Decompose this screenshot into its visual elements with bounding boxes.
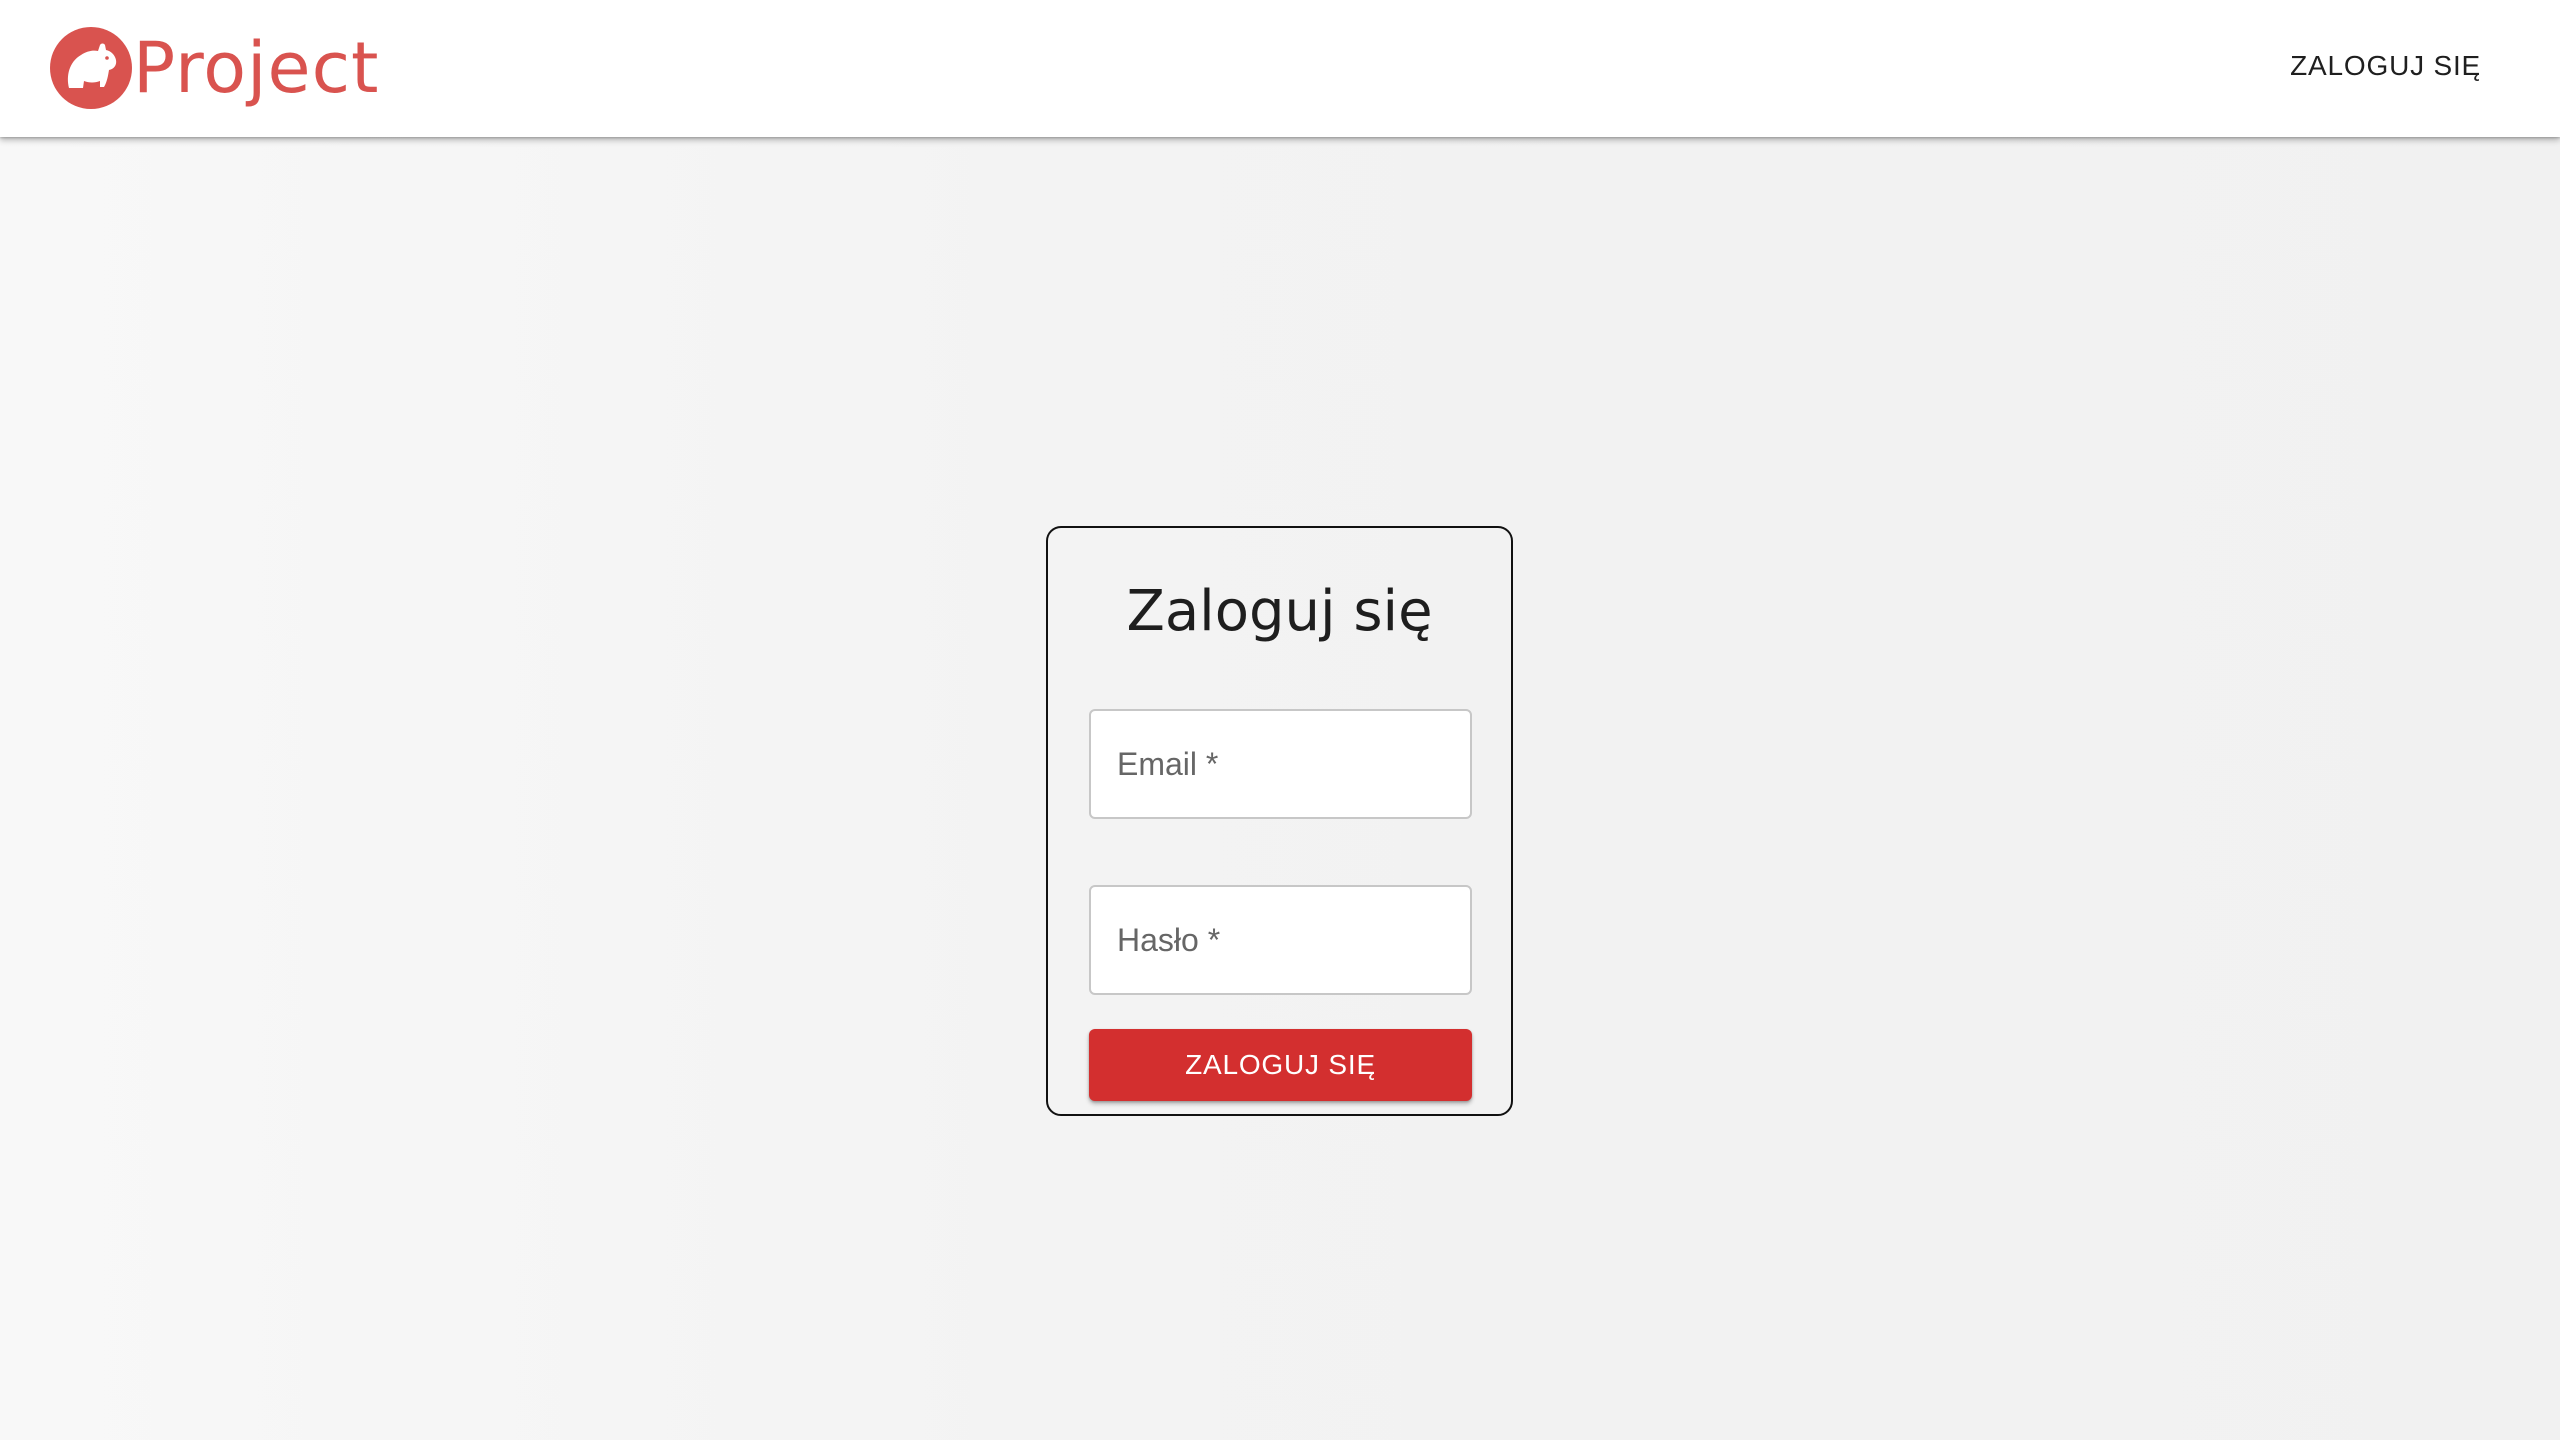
login-card: Zaloguj się ZALOGUJ SIĘ xyxy=(1046,526,1513,1116)
capybara-logo-icon xyxy=(50,27,132,109)
login-submit-button[interactable]: ZALOGUJ SIĘ xyxy=(1089,1029,1472,1101)
login-title: Zaloguj się xyxy=(1126,579,1433,644)
logo-link[interactable]: Project xyxy=(49,23,380,113)
logo-text: Project xyxy=(133,27,380,109)
app-bar: Project ZALOGUJ SIĘ xyxy=(0,0,2560,137)
email-input[interactable] xyxy=(1091,711,1470,817)
password-input[interactable] xyxy=(1091,887,1470,993)
password-field xyxy=(1089,885,1472,995)
email-field xyxy=(1089,709,1472,819)
nav-login-button[interactable]: ZALOGUJ SIĘ xyxy=(2282,45,2489,87)
